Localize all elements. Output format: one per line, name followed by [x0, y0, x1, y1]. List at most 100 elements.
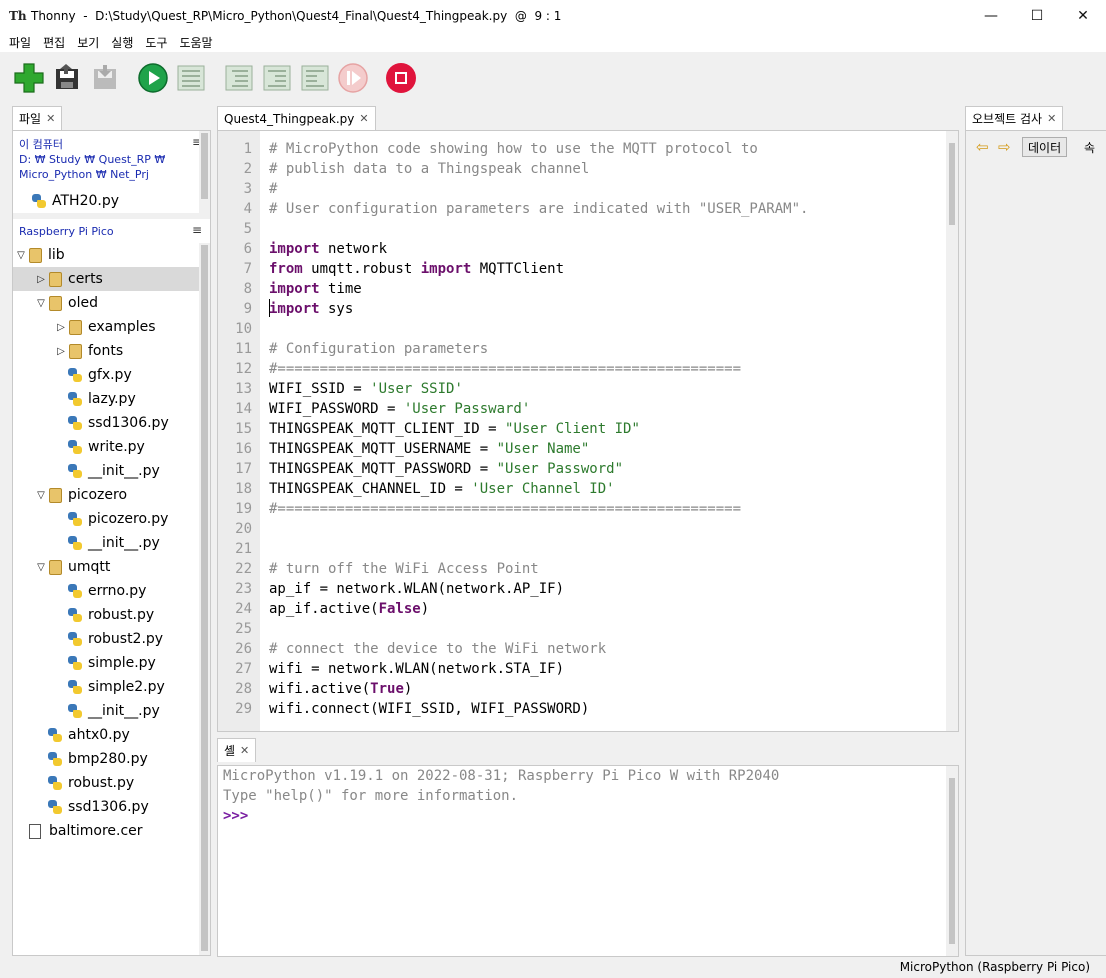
- code-line[interactable]: 14 WIFI_PASSWORD = 'User Passward': [218, 399, 938, 419]
- scrollbar-thumb[interactable]: [201, 133, 208, 199]
- expand-arrow-icon[interactable]: ▷: [55, 322, 67, 333]
- code-line[interactable]: 10: [218, 319, 938, 339]
- collapse-arrow-icon[interactable]: ▽: [35, 490, 47, 501]
- tree-item[interactable]: ▽ lib: [13, 243, 200, 267]
- code-line[interactable]: 19 #=====================================…: [218, 499, 938, 519]
- new-file-button[interactable]: [12, 61, 46, 95]
- tree-item[interactable]: __init__.py: [13, 531, 200, 555]
- data-button[interactable]: 데이터: [1022, 137, 1068, 157]
- tree-item[interactable]: write.py: [13, 435, 200, 459]
- computer-scrollbar[interactable]: [199, 131, 210, 213]
- tree-item[interactable]: ▷ fonts: [13, 339, 200, 363]
- menu-edit[interactable]: 편집: [37, 34, 71, 51]
- tree-item[interactable]: simple.py: [13, 651, 200, 675]
- stop-button[interactable]: [384, 61, 418, 95]
- list-item[interactable]: ATH20.py: [31, 189, 218, 213]
- tab-shell[interactable]: 셸 ✕: [217, 738, 257, 762]
- collapse-arrow-icon[interactable]: ▽: [35, 298, 47, 309]
- tree-item[interactable]: ssd1306.py: [13, 795, 200, 819]
- save-file-button[interactable]: [88, 61, 122, 95]
- computer-path[interactable]: 이 컴퓨터 D: ₩ Study ₩ Quest_RP ₩ Micro_Pyth…: [19, 137, 189, 182]
- tree-item[interactable]: __init__.py: [13, 699, 200, 723]
- tree-item[interactable]: picozero.py: [13, 507, 200, 531]
- code-line[interactable]: 2 # publish data to a Thingspeak channel: [218, 159, 938, 179]
- menu-tools[interactable]: 도구: [139, 34, 173, 51]
- code-line[interactable]: 22 # turn off the WiFi Access Point: [218, 559, 938, 579]
- code-line[interactable]: 17 THINGSPEAK_MQTT_PASSWORD = "User Passw…: [218, 459, 938, 479]
- code-line[interactable]: 12 #=====================================…: [218, 359, 938, 379]
- scrollbar-thumb[interactable]: [201, 245, 208, 951]
- close-icon[interactable]: ✕: [1047, 112, 1056, 125]
- close-icon[interactable]: ✕: [240, 744, 249, 757]
- code-line[interactable]: 1 # MicroPython code showing how to use t…: [218, 139, 938, 159]
- code-line[interactable]: 8 import time: [218, 279, 938, 299]
- close-icon[interactable]: ✕: [359, 112, 368, 125]
- code-line[interactable]: 23 ap_if = network.WLAN(network.AP_IF): [218, 579, 938, 599]
- tree-item[interactable]: robust.py: [13, 603, 200, 627]
- menu-help[interactable]: 도움말: [173, 34, 218, 51]
- debug-button[interactable]: [174, 61, 208, 95]
- tree-item[interactable]: ahtx0.py: [13, 723, 200, 747]
- tree-item[interactable]: ▽ umqtt: [13, 555, 200, 579]
- code-line[interactable]: 18 THINGSPEAK_CHANNEL_ID = 'User Channel …: [218, 479, 938, 499]
- device-header[interactable]: Raspberry Pi Pico: [19, 224, 189, 239]
- shell-scrollbar[interactable]: [946, 766, 958, 956]
- tree-item[interactable]: errno.py: [13, 579, 200, 603]
- back-arrow-icon[interactable]: ⇦: [976, 138, 989, 156]
- tree-item[interactable]: lazy.py: [13, 387, 200, 411]
- menu-run[interactable]: 실행: [105, 34, 139, 51]
- code-line[interactable]: 11 # Configuration parameters: [218, 339, 938, 359]
- minimize-button[interactable]: —: [968, 0, 1014, 32]
- menu-file[interactable]: 파일: [3, 34, 37, 51]
- step-over-button[interactable]: [222, 61, 256, 95]
- expand-arrow-icon[interactable]: ▷: [55, 346, 67, 357]
- run-button[interactable]: [136, 61, 170, 95]
- open-file-button[interactable]: [50, 61, 84, 95]
- code-line[interactable]: 5: [218, 219, 938, 239]
- code-line[interactable]: 16 THINGSPEAK_MQTT_USERNAME = "User Name": [218, 439, 938, 459]
- device-scrollbar[interactable]: [199, 243, 210, 955]
- step-into-button[interactable]: [260, 61, 294, 95]
- code-line[interactable]: 20: [218, 519, 938, 539]
- code-line[interactable]: 9 import sys: [218, 299, 938, 319]
- tree-item[interactable]: ssd1306.py: [13, 411, 200, 435]
- tree-item[interactable]: robust2.py: [13, 627, 200, 651]
- tree-item[interactable]: robust.py: [13, 771, 200, 795]
- maximize-button[interactable]: ☐: [1014, 0, 1060, 32]
- code-line[interactable]: 7 from umqtt.robust import MQTTClient: [218, 259, 938, 279]
- code-line[interactable]: 26 # connect the device to the WiFi netwo…: [218, 639, 938, 659]
- tree-item[interactable]: __init__.py: [13, 459, 200, 483]
- code-line[interactable]: 27 wifi = network.WLAN(network.STA_IF): [218, 659, 938, 679]
- attributes-button[interactable]: 속: [1084, 139, 1095, 156]
- interpreter-status[interactable]: MicroPython (Raspberry Pi Pico): [900, 960, 1090, 974]
- expand-arrow-icon[interactable]: ▷: [35, 274, 47, 285]
- collapse-arrow-icon[interactable]: ▽: [35, 562, 47, 573]
- code-line[interactable]: 13 WIFI_SSID = 'User SSID': [218, 379, 938, 399]
- resume-button[interactable]: [336, 61, 370, 95]
- tree-item[interactable]: baltimore.cer: [13, 819, 200, 843]
- code-line[interactable]: 4 # User configuration parameters are ind…: [218, 199, 938, 219]
- tree-item[interactable]: ▽ oled: [13, 291, 200, 315]
- tree-item[interactable]: ▽ picozero: [13, 483, 200, 507]
- step-out-button[interactable]: [298, 61, 332, 95]
- forward-arrow-icon[interactable]: ⇨: [998, 138, 1011, 156]
- close-button[interactable]: ✕: [1060, 0, 1106, 32]
- device-menu-icon[interactable]: ≡: [192, 223, 202, 237]
- code-line[interactable]: 21: [218, 539, 938, 559]
- tree-item[interactable]: simple2.py: [13, 675, 200, 699]
- collapse-arrow-icon[interactable]: ▽: [15, 250, 27, 261]
- menu-view[interactable]: 보기: [71, 34, 105, 51]
- code-editor[interactable]: 1 # MicroPython code showing how to use t…: [217, 130, 959, 732]
- tab-files[interactable]: 파일 ✕: [12, 106, 63, 130]
- editor-scrollbar[interactable]: [946, 131, 958, 731]
- tree-item[interactable]: gfx.py: [13, 363, 200, 387]
- tree-item[interactable]: ▷ certs: [13, 267, 200, 291]
- shell-console[interactable]: MicroPython v1.19.1 on 2022-08-31; Raspb…: [217, 765, 959, 957]
- tab-editor-file[interactable]: Quest4_Thingpeak.py ✕: [217, 106, 376, 130]
- code-line[interactable]: 6 import network: [218, 239, 938, 259]
- scrollbar-thumb[interactable]: [949, 778, 955, 944]
- tree-item[interactable]: ▷ examples: [13, 315, 200, 339]
- code-line[interactable]: 24 ap_if.active(False): [218, 599, 938, 619]
- tab-object-inspector[interactable]: 오브젝트 검사 ✕: [965, 106, 1064, 130]
- code-line[interactable]: 29 wifi.connect(WIFI_SSID, WIFI_PASSWORD): [218, 699, 938, 719]
